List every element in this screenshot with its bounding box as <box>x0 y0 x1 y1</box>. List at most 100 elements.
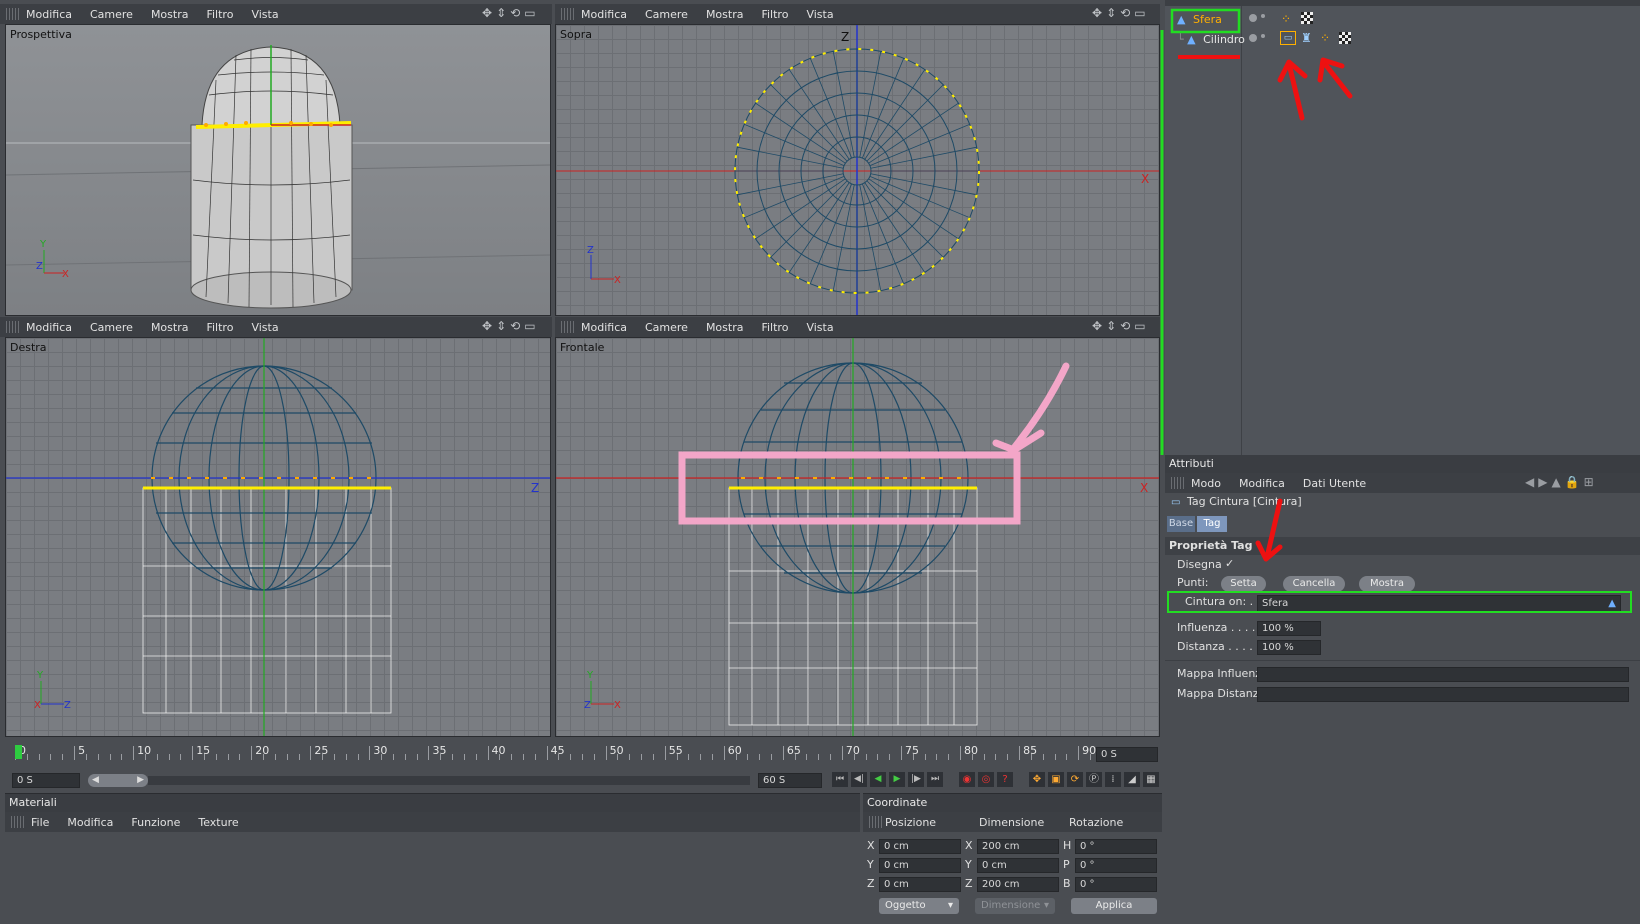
menu-modifica[interactable]: Modifica <box>26 321 72 334</box>
menu-filtro[interactable]: Filtro <box>761 8 788 21</box>
setta-button[interactable]: Setta <box>1221 576 1266 592</box>
size-y-field[interactable]: 0 cm <box>977 858 1059 873</box>
timeline-tick-mark <box>168 754 170 760</box>
menu-modifica[interactable]: Modifica <box>1239 477 1285 490</box>
timeline-playhead[interactable] <box>15 745 22 759</box>
right-scene: Z Y Z X <box>6 338 550 736</box>
menu-modifica[interactable]: Modifica <box>26 8 72 21</box>
record-icon[interactable]: ◉ <box>959 772 975 787</box>
menu-mostra[interactable]: Mostra <box>706 321 744 334</box>
grip-handle[interactable] <box>561 8 575 20</box>
influenza-field[interactable]: 100 % <box>1257 621 1321 636</box>
timeline-ruler[interactable]: 0 5 10 15 20 25 30 35 40 45 50 55 60 65 70 75 80 85 90 <box>15 744 1127 760</box>
position-key-icon[interactable]: ✥ <box>1029 772 1045 787</box>
menu-filtro[interactable]: Filtro <box>761 321 788 334</box>
next-key-icon[interactable]: |▶ <box>908 772 924 787</box>
menu-mostra[interactable]: Mostra <box>151 8 189 21</box>
menu-modifica[interactable]: Modifica <box>67 816 113 829</box>
menu-file[interactable]: File <box>31 816 49 829</box>
grip-handle[interactable] <box>11 816 25 828</box>
mappa-distanza-field[interactable] <box>1257 687 1629 702</box>
menu-mostra[interactable]: Mostra <box>151 321 189 334</box>
size-x-field[interactable]: 200 cm <box>977 839 1059 854</box>
timeline-scheme-icon[interactable]: ▦ <box>1143 772 1159 787</box>
grip-handle[interactable] <box>6 8 20 20</box>
interpolation-icon[interactable]: ◢ <box>1124 772 1140 787</box>
menu-vista[interactable]: Vista <box>806 8 833 21</box>
grip-handle[interactable] <box>561 321 575 333</box>
menu-camere[interactable]: Camere <box>645 321 688 334</box>
position-y-field[interactable]: 0 cm <box>879 858 961 873</box>
viewport-right[interactable]: Destra Z Y Z X <box>5 337 551 737</box>
size-mode-dropdown[interactable]: Dimensione ▾ <box>975 898 1055 914</box>
menu-camere[interactable]: Camere <box>645 8 688 21</box>
distanza-field[interactable]: 100 % <box>1257 640 1321 655</box>
timeline-scroll-slider[interactable]: ◀ ▶ <box>88 774 148 787</box>
tab-base[interactable]: Base <box>1167 516 1195 532</box>
go-to-start-icon[interactable]: ⏮ <box>832 772 848 787</box>
position-z-field[interactable]: 0 cm <box>879 877 961 892</box>
tab-tag[interactable]: Tag <box>1197 516 1227 532</box>
axis-label: Y <box>867 858 874 871</box>
rotation-key-icon[interactable]: ⟳ <box>1067 772 1083 787</box>
play-forward-icon[interactable]: ▶ <box>889 772 905 787</box>
coordinates-header: Posizione Dimensione Rotazione <box>863 812 1162 832</box>
viewport-nav-icons[interactable]: ✥ ⇕ ⟲ ▭ <box>482 319 536 333</box>
cancella-button[interactable]: Cancella <box>1283 576 1345 592</box>
mesh-edge <box>832 51 855 158</box>
previous-key-icon[interactable]: ◀| <box>851 772 867 787</box>
apply-button[interactable]: Applica <box>1071 898 1157 914</box>
timeline-tick-mark <box>345 754 347 760</box>
attributes-title: Attributi <box>1165 455 1640 473</box>
timeline-tick-mark <box>404 754 406 760</box>
point-level-icon[interactable]: ⁞ <box>1105 772 1121 787</box>
mesh-edge <box>737 146 844 169</box>
menu-modifica[interactable]: Modifica <box>581 321 627 334</box>
mappa-influenza-field[interactable] <box>1257 667 1629 682</box>
menu-camere[interactable]: Camere <box>90 321 133 334</box>
viewport-perspective[interactable]: Prospettiva Y X Z <box>5 24 551 316</box>
coordinate-mode-dropdown[interactable]: Oggetto ▾ <box>879 898 959 914</box>
menu-vista[interactable]: Vista <box>251 321 278 334</box>
autokey-icon[interactable]: ◎ <box>978 772 994 787</box>
menu-vista[interactable]: Vista <box>806 321 833 334</box>
grip-handle[interactable] <box>869 816 883 828</box>
menu-vista[interactable]: Vista <box>251 8 278 21</box>
menu-modo[interactable]: Modo <box>1191 477 1221 490</box>
rotation-p-field[interactable]: 0 ° <box>1075 858 1157 873</box>
timeline-tick-mark <box>192 746 194 760</box>
end-time-field[interactable]: 60 S <box>758 773 822 788</box>
annotation-green-box <box>1167 591 1632 613</box>
scale-key-icon[interactable]: ▣ <box>1048 772 1064 787</box>
attributes-nav-icons[interactable]: ◀ ▶ ▲ 🔒 ⊞ <box>1525 475 1594 489</box>
menu-texture[interactable]: Texture <box>198 816 238 829</box>
menu-funzione[interactable]: Funzione <box>131 816 180 829</box>
viewport-nav-icons[interactable]: ✥ ⇕ ⟲ ▭ <box>1092 6 1146 20</box>
rotation-h-field[interactable]: 0 ° <box>1075 839 1157 854</box>
start-time-field[interactable]: 0 S <box>12 773 80 788</box>
disegna-checkbox[interactable]: ✓ <box>1225 557 1234 570</box>
axis-label: P <box>1063 858 1070 871</box>
viewport-nav-icons[interactable]: ✥ ⇕ ⟲ ▭ <box>482 6 536 20</box>
menu-mostra[interactable]: Mostra <box>706 8 744 21</box>
menu-dati-utente[interactable]: Dati Utente <box>1303 477 1366 490</box>
menu-modifica[interactable]: Modifica <box>581 8 627 21</box>
rotation-b-field[interactable]: 0 ° <box>1075 877 1157 892</box>
size-z-field[interactable]: 200 cm <box>977 877 1059 892</box>
grip-handle[interactable] <box>1171 477 1185 489</box>
menu-filtro[interactable]: Filtro <box>206 8 233 21</box>
position-x-field[interactable]: 0 cm <box>879 839 961 854</box>
menu-filtro[interactable]: Filtro <box>206 321 233 334</box>
mostra-button[interactable]: Mostra <box>1359 576 1415 592</box>
viewport-top[interactable]: Sopra Z X Z X <box>555 24 1160 316</box>
grip-handle[interactable] <box>6 321 20 333</box>
viewport-front[interactable]: Frontale X Y X Z <box>555 337 1160 737</box>
timeline-scroll-track[interactable] <box>148 776 750 785</box>
menu-camere[interactable]: Camere <box>90 8 133 21</box>
keyframe-selection-icon[interactable]: ? <box>997 772 1013 787</box>
viewport-nav-icons[interactable]: ✥ ⇕ ⟲ ▭ <box>1092 319 1146 333</box>
parameter-key-icon[interactable]: Ⓟ <box>1086 772 1102 787</box>
current-time-field[interactable]: 0 S <box>1096 747 1158 762</box>
go-to-end-icon[interactable]: ⏭ <box>927 772 943 787</box>
play-backward-icon[interactable]: ◀ <box>870 772 886 787</box>
